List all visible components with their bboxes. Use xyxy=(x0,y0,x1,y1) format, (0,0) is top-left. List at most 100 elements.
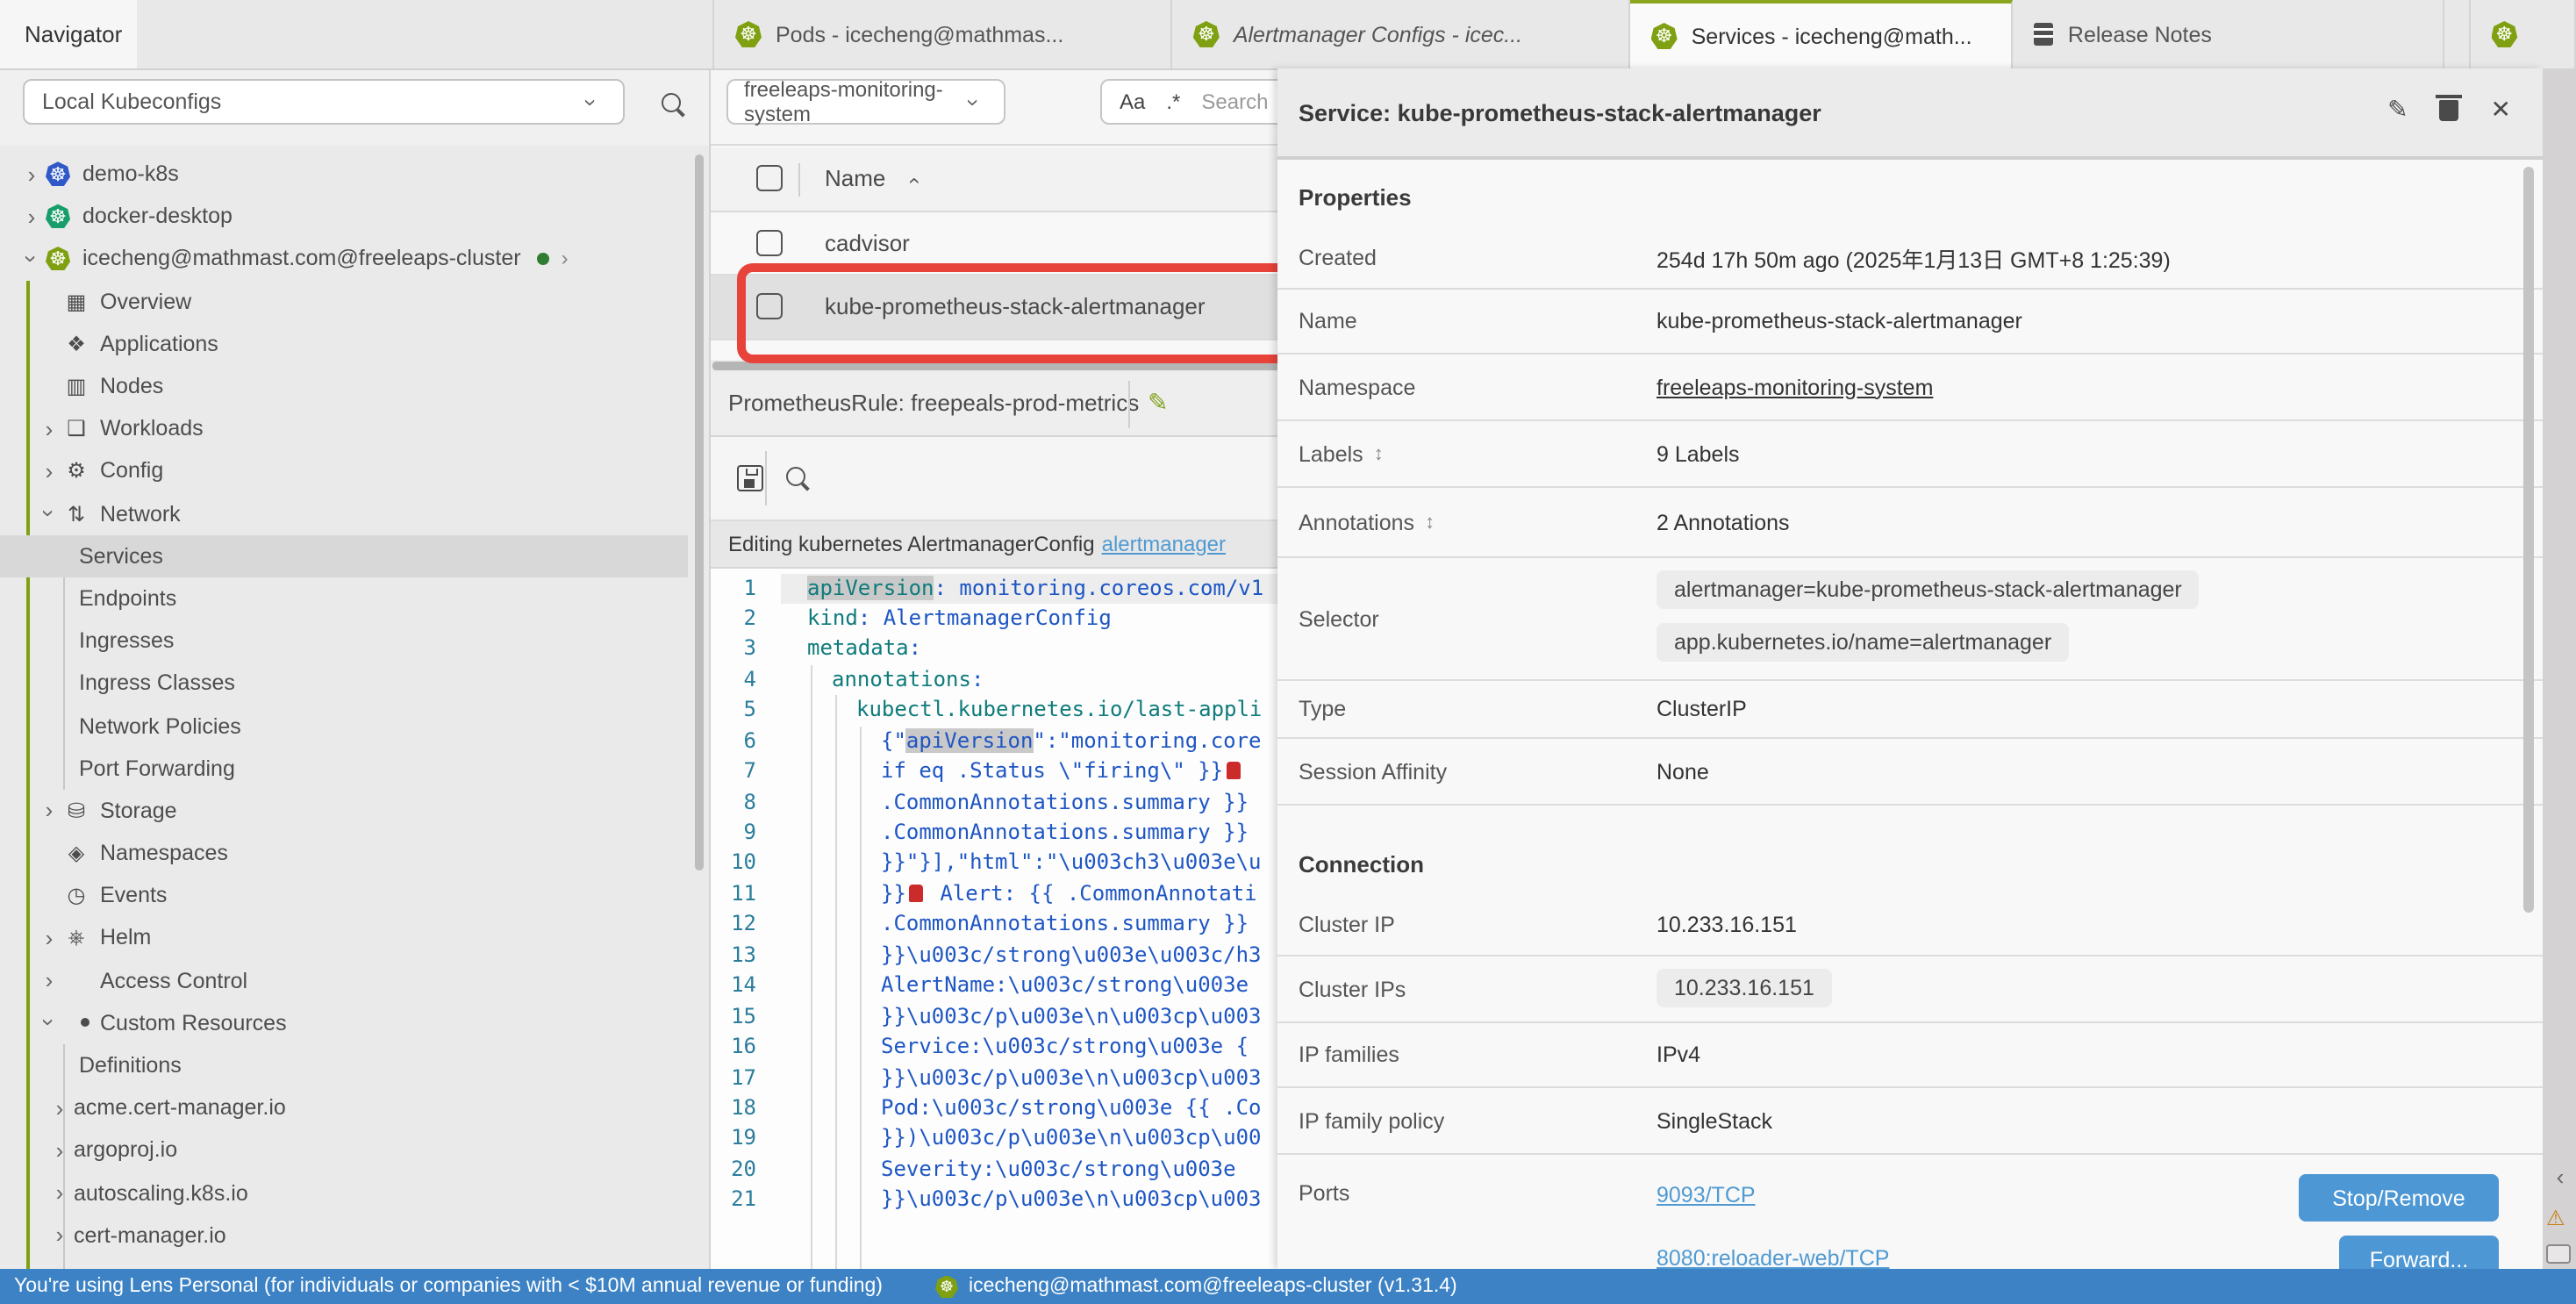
expand-toggle-icon[interactable]: ↕ xyxy=(1425,512,1435,533)
kubernetes-cluster-icon: ☸ xyxy=(46,204,70,229)
sidebar-item-endpoints[interactable]: Endpoints xyxy=(0,577,711,620)
chevron-down-icon[interactable]: › xyxy=(36,1009,62,1037)
sidebar-item-workloads[interactable]: › ❑ Workloads xyxy=(0,407,711,449)
edit-icon[interactable]: ✎ xyxy=(2387,95,2408,125)
sidebar-item-port-forwarding[interactable]: Port Forwarding xyxy=(0,747,711,789)
kubernetes-icon: ☸ xyxy=(1651,23,1678,49)
port-link-8080[interactable]: 8080:reloader-web/TCP xyxy=(1657,1246,1889,1269)
expand-toggle-icon[interactable]: ↕ xyxy=(1374,443,1384,464)
save-icon[interactable] xyxy=(737,465,763,491)
chevron-right-icon[interactable]: › xyxy=(46,1137,74,1164)
sidebar-item-freeleaps-cluster[interactable]: › ☸ icecheng@mathmast.com@freeleaps-clus… xyxy=(0,238,711,280)
prometheus-rule-title: PrometheusRule: freepeals-prod-metrics xyxy=(728,390,1139,416)
sidebar-item-applications[interactable]: › ❖ Applications xyxy=(0,323,711,365)
chevron-right-icon[interactable]: › xyxy=(18,204,46,230)
sidebar-item-docker-desktop[interactable]: › ☸ docker-desktop xyxy=(0,195,711,237)
chevron-right-icon[interactable]: › xyxy=(562,247,569,271)
sidebar-item-ingress-classes[interactable]: Ingress Classes xyxy=(0,663,711,705)
sidebar-item-cert-manager[interactable]: › cert-manager.io xyxy=(0,1214,711,1256)
sidebar-item-autoscaling-k8s[interactable]: › autoscaling.k8s.io xyxy=(0,1171,711,1214)
storage-icon: ⛁ xyxy=(63,799,89,823)
cluster-ips-row: Cluster IPs 10.233.16.151 xyxy=(1277,957,2543,1023)
tab-services-active[interactable]: ☸ Services - icecheng@math... ✕ xyxy=(1630,0,2014,68)
chevron-right-icon[interactable]: › xyxy=(18,161,46,187)
applications-icon: ❖ xyxy=(63,332,89,356)
type-row: Type ClusterIP xyxy=(1277,681,2543,739)
siren-emoji xyxy=(910,885,924,902)
chevron-right-icon[interactable]: › xyxy=(35,458,63,484)
sidebar-item-overview[interactable]: › ▦ Overview xyxy=(0,280,711,322)
sidebar-item-storage[interactable]: › ⛁ Storage xyxy=(0,790,711,832)
sidebar-scrollbar[interactable] xyxy=(695,154,704,871)
chevron-down-icon[interactable]: › xyxy=(36,499,62,527)
properties-heading: Properties xyxy=(1277,160,2543,228)
drawer-title: Service: kube-prometheus-stack-alertmana… xyxy=(1299,100,1821,126)
name-row: Name kube-prometheus-stack-alertmanager xyxy=(1277,290,2543,355)
search-icon[interactable] xyxy=(786,467,805,486)
alertmanager-config-link[interactable]: alertmanager xyxy=(1102,531,1226,555)
row-checkbox[interactable] xyxy=(756,230,783,256)
chevron-right-icon[interactable]: › xyxy=(46,1179,74,1206)
chevron-down-icon[interactable]: › xyxy=(18,245,45,273)
warning-icon[interactable]: ⚠ xyxy=(2546,1206,2565,1230)
kubeconfig-select[interactable]: Local Kubeconfigs › xyxy=(23,79,625,125)
tab-alertmanager-configs[interactable]: ☸ Alertmanager Configs - icec... xyxy=(1172,0,1630,68)
stop-remove-button[interactable]: Stop/Remove xyxy=(2299,1174,2499,1222)
chevron-right-icon[interactable]: › xyxy=(35,967,63,993)
kubernetes-icon: ☸ xyxy=(2491,21,2517,47)
sidebar-item-helm[interactable]: › ⎈ Helm xyxy=(0,917,711,959)
labels-row: Labels↕ 9 Labels xyxy=(1277,421,2543,488)
search-placeholder: Search xyxy=(1201,90,1268,114)
sidebar-item-access-control[interactable]: › Access Control xyxy=(0,959,711,1001)
drawer-scrollbar[interactable] xyxy=(2523,167,2534,913)
namespace-select[interactable]: freeleaps-monitoring-system › xyxy=(726,79,1005,125)
chevron-left-icon[interactable]: › xyxy=(2546,1167,2574,1193)
sort-ascending-icon[interactable]: › xyxy=(900,177,925,184)
chevron-right-icon[interactable]: › xyxy=(46,1094,74,1121)
active-cluster-status[interactable]: ☸ icecheng@mathmast.com@freeleaps-cluste… xyxy=(935,1275,1457,1298)
sidebar-item-custom-resources[interactable]: › Custom Resources xyxy=(0,1002,711,1044)
edit-icon[interactable]: ✎ xyxy=(1148,388,1168,418)
session-affinity-row: Session Affinity None xyxy=(1277,739,2543,806)
created-row: Created 254d 17h 50m ago (2025年1月13日 GMT… xyxy=(1277,228,2543,290)
chevron-right-icon[interactable]: › xyxy=(35,925,63,951)
sidebar-item-config[interactable]: › ⚙ Config xyxy=(0,450,711,492)
chevron-right-icon[interactable]: › xyxy=(35,798,63,824)
sidebar-item-events[interactable]: › ◷ Events xyxy=(0,874,711,916)
sidebar-item-ingresses[interactable]: Ingresses xyxy=(0,620,711,662)
search-icon[interactable] xyxy=(662,93,681,112)
tab-release-notes[interactable]: Release Notes xyxy=(2014,0,2444,68)
sidebar-item-acme-cert-manager[interactable]: › acme.cert-manager.io xyxy=(0,1086,711,1128)
select-all-checkbox[interactable] xyxy=(756,165,783,191)
sidebar-item-network-policies[interactable]: Network Policies xyxy=(0,705,711,747)
tab-pods[interactable]: ☸ Pods - icecheng@mathmas... xyxy=(714,0,1172,68)
port-link-9093[interactable]: 9093/TCP xyxy=(1657,1183,1756,1207)
chevron-right-icon[interactable]: › xyxy=(46,1222,74,1249)
indent-guide xyxy=(835,696,837,1269)
chevron-right-icon[interactable]: › xyxy=(35,415,63,441)
cluster-connected-dot xyxy=(537,253,549,265)
status-bar: You're using Lens Personal (for individu… xyxy=(0,1269,2576,1304)
regex-toggle[interactable]: .* xyxy=(1166,90,1180,114)
close-icon[interactable]: ✕ xyxy=(2491,95,2511,125)
sidebar-item-configuration-konghq[interactable]: › configuration.konghq.com xyxy=(0,1257,711,1269)
drawer-body: Properties Created 254d 17h 50m ago (202… xyxy=(1277,160,2543,1269)
trash-icon[interactable] xyxy=(2440,99,2459,120)
tab-overflow-partial[interactable]: ☸ xyxy=(2468,0,2576,68)
kubernetes-cluster-icon: ☸ xyxy=(46,247,70,271)
sidebar-item-network[interactable]: › ⇅ Network xyxy=(0,492,711,534)
match-case-toggle[interactable]: Aa xyxy=(1120,90,1145,114)
sidebar-item-definitions[interactable]: Definitions xyxy=(0,1044,711,1086)
sidebar-item-nodes[interactable]: › ▥ Nodes xyxy=(0,365,711,407)
navigator-panel-tab[interactable]: Navigator xyxy=(0,0,137,68)
sidebar-item-argoproj[interactable]: › argoproj.io xyxy=(0,1129,711,1171)
sidebar-item-demo-k8s[interactable]: › ☸ demo-k8s xyxy=(0,153,711,195)
overlay-widget-partial xyxy=(2546,1244,2571,1264)
column-divider xyxy=(798,163,800,197)
sidebar-item-namespaces[interactable]: › ◈ Namespaces xyxy=(0,832,711,874)
sidebar-item-services[interactable]: Services xyxy=(0,534,688,577)
forward-button[interactable]: Forward... xyxy=(2339,1236,2499,1269)
namespace-link[interactable]: freeleaps-monitoring-system xyxy=(1657,375,1933,399)
name-column-header[interactable]: Name xyxy=(825,165,885,191)
drawer-header: Service: kube-prometheus-stack-alertmana… xyxy=(1277,68,2543,160)
